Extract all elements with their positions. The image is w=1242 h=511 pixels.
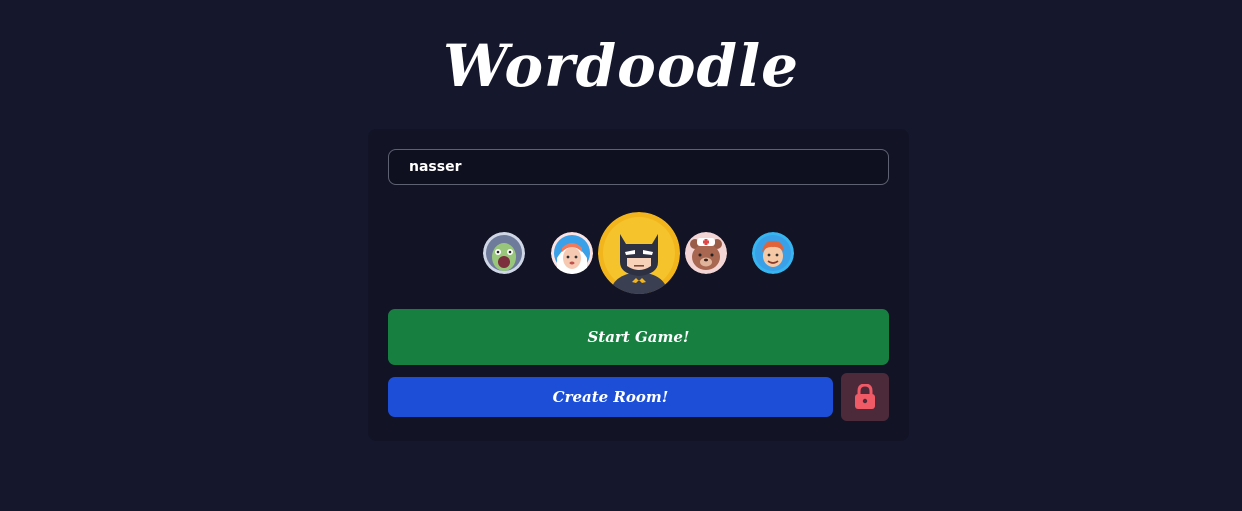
lobby-card: Start Game! Create Room! bbox=[368, 129, 909, 441]
avatar-option-batman[interactable] bbox=[598, 212, 680, 294]
create-room-button[interactable]: Create Room! bbox=[388, 377, 833, 417]
avatar-option-redhead-boy[interactable] bbox=[752, 232, 794, 274]
bear-nurse-avatar-icon bbox=[685, 232, 727, 274]
batman-avatar-icon bbox=[598, 212, 680, 294]
app-logo-title: Wordoodle bbox=[442, 32, 800, 100]
redhead-boy-avatar-icon bbox=[752, 232, 794, 274]
avatar-option-bear-nurse[interactable] bbox=[685, 232, 727, 274]
avatar-option-nurse-girl[interactable] bbox=[551, 232, 593, 274]
private-room-toggle[interactable] bbox=[841, 373, 889, 421]
zombie-avatar-icon bbox=[483, 232, 525, 274]
username-input[interactable] bbox=[388, 149, 889, 185]
nurse-girl-avatar-icon bbox=[551, 232, 593, 274]
lock-icon bbox=[855, 384, 875, 409]
avatar-option-zombie[interactable] bbox=[483, 232, 525, 274]
start-game-button[interactable]: Start Game! bbox=[388, 309, 889, 365]
